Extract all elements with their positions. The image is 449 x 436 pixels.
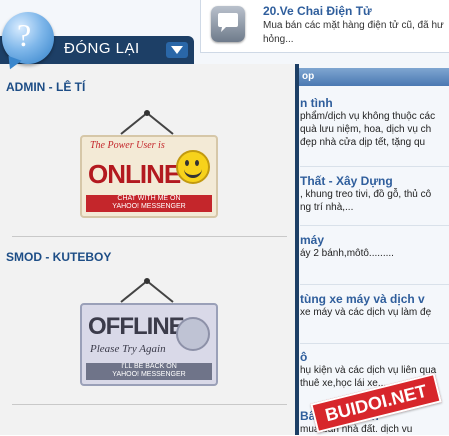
staff-name-smod: SMOD - KUTEBOY — [6, 250, 112, 264]
list-item-title[interactable]: tùng xe máy và dịch v — [300, 292, 449, 306]
yahoo-online-status-button[interactable]: The Power User is ONLINE CHAT WITH ME ON… — [80, 135, 218, 218]
list-item[interactable]: máy áy 2 bánh,môtô......... — [300, 233, 449, 260]
divider — [12, 404, 287, 405]
sign-bar-line: CHAT WITH ME ON — [117, 195, 181, 202]
close-panel-label[interactable]: ĐÓNG LẠI — [64, 40, 140, 57]
divider — [300, 343, 449, 344]
sign-bar-line: YAHOO! MESSENGER — [112, 203, 186, 210]
list-item-title[interactable]: ô — [300, 350, 449, 364]
list-item[interactable]: n tình phẩm/dịch vụ không thuộc các quà … — [300, 96, 449, 149]
list-item-title[interactable]: n tình — [300, 96, 449, 110]
divider — [12, 236, 287, 237]
sign-hanger-icon — [120, 110, 174, 135]
list-item[interactable]: Thất - Xây Dựng , khung treo tivi, đồ gỗ… — [300, 174, 449, 214]
list-item[interactable]: tùng xe máy và dịch v xe máy và các dịch… — [300, 292, 449, 319]
list-item-desc: , khung treo tivi, đồ gỗ, thủ cô — [300, 189, 432, 200]
category-description: Mua bán các mặt hàng điện tử cũ, đã hư h… — [263, 20, 444, 45]
yahoo-offline-status-button[interactable]: OFFLINE Please Try Again I'LL BE BACK ON… — [80, 303, 218, 386]
sign-bar: CHAT WITH ME ON YAHOO! MESSENGER — [86, 195, 212, 212]
sign-bar: I'LL BE BACK ON YAHOO! MESSENGER — [86, 363, 212, 380]
section-header: op — [296, 68, 449, 86]
sign-hanger-icon — [120, 278, 174, 303]
list-item-desc: đẹp nhà cửa dịp tết, tặng qu — [300, 137, 426, 148]
staff-name-admin: ADMIN - LÊ TÍ — [6, 80, 86, 94]
list-item-desc: phẩm/dịch vụ không thuộc các — [300, 111, 436, 122]
sign-bar-line: YAHOO! MESSENGER — [112, 371, 186, 378]
sign-script-text: Please Try Again — [90, 343, 166, 355]
help-question-mark: ? — [17, 17, 32, 53]
smiley-icon — [176, 150, 210, 184]
divider — [300, 225, 449, 226]
list-item-title[interactable]: Thất - Xây Dựng — [300, 174, 449, 188]
list-item-desc: áy 2 bánh,môtô......... — [300, 248, 394, 259]
divider — [300, 166, 449, 167]
list-item-desc: ng trí nhà,... — [300, 202, 354, 213]
offline-face-icon — [176, 317, 210, 351]
divider — [300, 284, 449, 285]
sign-status-text: ONLINE — [88, 159, 181, 189]
list-item-desc: xe máy và các dịch vụ làm đẹ — [300, 307, 432, 318]
list-item-desc: quà lưu niệm, hoa, dịch vụ ch — [300, 124, 432, 135]
sign-script-text: The Power User is — [90, 140, 165, 151]
chat-bubble-icon — [211, 6, 245, 42]
help-icon[interactable]: ? — [2, 12, 54, 64]
category-title-link[interactable]: 20.Ve Chai Điện Tử — [263, 4, 372, 18]
forum-category-card[interactable]: 20.Ve Chai Điện Tử Mua bán các mặt hàng … — [200, 0, 449, 53]
chevron-down-icon[interactable] — [166, 42, 188, 58]
list-item-title[interactable]: máy — [300, 233, 449, 247]
sign-status-text: OFFLINE — [88, 313, 185, 340]
sign-bar-line: I'LL BE BACK ON — [121, 363, 177, 370]
